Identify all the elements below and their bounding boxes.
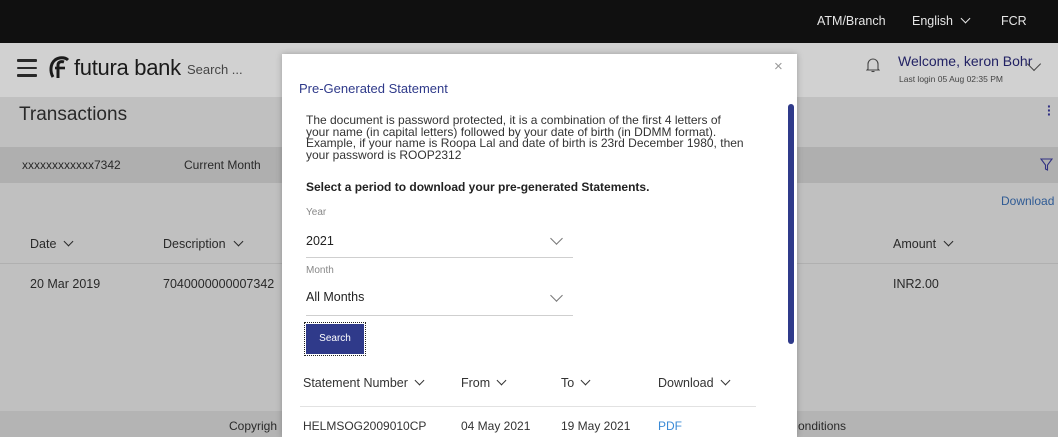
- fcr-selector[interactable]: FCR 11.10: [1001, 0, 1058, 71]
- to-date-cell: 19 May 2021: [561, 419, 631, 433]
- info-line: your password is ROOP2312: [306, 147, 462, 162]
- pdf-download-link[interactable]: PDF: [658, 419, 682, 433]
- period-instruction: Select a period to download your pre-gen…: [306, 180, 650, 194]
- top-bar: ATM/Branch English FCR 11.10: [0, 0, 1058, 71]
- column-header-label: Download: [658, 376, 714, 390]
- pre-generated-statement-modal: Pre-Generated Statement × The document i…: [282, 54, 797, 437]
- modal-title: Pre-Generated Statement: [299, 81, 448, 96]
- language-label: English: [912, 14, 953, 28]
- chevron-down-icon: [550, 289, 563, 302]
- scrollbar[interactable]: [788, 104, 794, 344]
- field-underline: [306, 315, 573, 316]
- column-header-download[interactable]: Download: [658, 375, 731, 390]
- month-label: Month: [306, 265, 334, 276]
- password-info-text: The document is password protected, it i…: [306, 114, 776, 162]
- column-header-label: From: [461, 376, 491, 390]
- column-header-statement-number[interactable]: Statement Number: [303, 375, 425, 390]
- from-date-cell: 04 May 2021: [461, 419, 531, 433]
- month-value: All Months: [306, 290, 365, 304]
- chevron-down-icon: [496, 375, 507, 386]
- divider: [300, 406, 756, 407]
- year-value: 2021: [306, 234, 334, 248]
- chevron-down-icon: [414, 375, 425, 386]
- column-header-label: Statement Number: [303, 376, 408, 390]
- column-header-to[interactable]: To: [561, 375, 591, 390]
- column-header-label: To: [561, 376, 575, 390]
- search-button[interactable]: Search: [304, 322, 366, 356]
- close-icon[interactable]: ×: [774, 58, 783, 75]
- statement-number-cell: HELMSOG2009010CP: [303, 419, 427, 433]
- year-label: Year: [306, 207, 327, 218]
- chevron-down-icon: [580, 375, 591, 386]
- chevron-down-icon: [720, 375, 731, 386]
- chevron-down-icon: [550, 232, 563, 245]
- column-header-from[interactable]: From: [461, 375, 507, 390]
- language-selector[interactable]: English: [912, 0, 971, 43]
- chevron-down-icon: [960, 13, 971, 24]
- atm-branch-link[interactable]: ATM/Branch: [817, 0, 886, 43]
- field-underline: [306, 257, 573, 258]
